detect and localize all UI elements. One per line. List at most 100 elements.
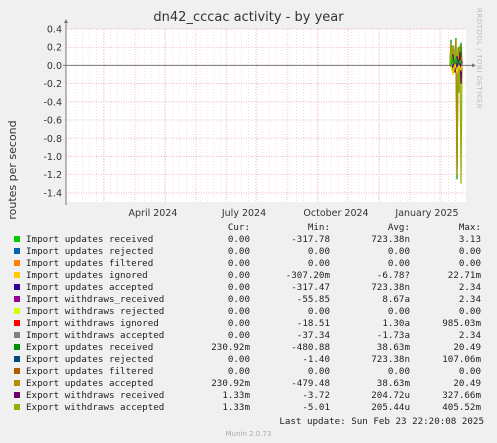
x-tick-label: July 2024 [221, 208, 266, 219]
legend-avg-value: 1.30a [382, 318, 410, 329]
y-tick-label: 0.2 [47, 43, 62, 54]
legend-avg-value: 723.38n [371, 354, 410, 365]
legend-series-name: Import updates ignored [26, 270, 148, 281]
legend-min-value: -1.40 [302, 354, 330, 365]
y-tick-label: -0.6 [43, 116, 62, 127]
legend-swatch [14, 236, 20, 242]
legend-cur-value: 0.00 [227, 306, 250, 317]
legend-series-name: Export updates accepted [26, 378, 154, 389]
legend-max-value: 2.34 [458, 294, 481, 305]
header-min: Min: [307, 222, 330, 233]
legend-cur-value: 0.00 [227, 234, 250, 245]
y-tick-label: -1.4 [43, 188, 62, 199]
legend-swatch [14, 260, 20, 266]
legend-max-value: 20.49 [453, 378, 481, 389]
legend-max-value: 0.00 [458, 306, 481, 317]
legend-min-value: -480.88 [291, 342, 330, 353]
header-max: Max: [458, 222, 481, 233]
legend-min-value: -317.78 [291, 234, 330, 245]
legend-swatch [14, 380, 20, 386]
legend-min-value: -479.48 [291, 378, 330, 389]
legend-avg-value: -6.78? [376, 270, 410, 281]
x-tick-label: January 2025 [394, 208, 458, 219]
legend-series-name: Export updates received [26, 342, 154, 353]
legend-series-name: Export withdraws received [26, 390, 165, 401]
legend-series-name: Import updates accepted [26, 282, 154, 293]
legend-cur-value: 0.00 [227, 294, 250, 305]
legend-row: Import withdraws ignored 0.00 -18.51 1.30a 9… [0, 318, 497, 330]
legend-series-name: Import updates filtered [26, 258, 154, 269]
legend-avg-value: 0.00 [387, 246, 410, 257]
y-tick-label: 0.4 [47, 25, 62, 36]
legend-row: Import updates filtered 0.00 0.00 0.00 0.00 [0, 258, 497, 270]
legend-series-name: Import withdraws rejected [26, 306, 165, 317]
legend-cur-value: 0.00 [227, 366, 250, 377]
legend-avg-value: 204.72u [371, 390, 410, 401]
legend-cur-value: 0.00 [227, 258, 250, 269]
legend-avg-value: -1.73a [376, 330, 410, 341]
legend-avg-value: 38.63m [376, 342, 410, 353]
legend-min-value: -18.51 [296, 318, 330, 329]
legend-min-value: 0.00 [307, 366, 330, 377]
y-axis-label-text: routes per second [6, 120, 19, 220]
legend-cur-value: 0.00 [227, 282, 250, 293]
legend-row: Import updates ignored 0.00 -307.20m -6.78?… [0, 270, 497, 282]
legend-max-value: 985.03m [442, 318, 481, 329]
legend-row: Export withdraws accepted 1.33m -5.01 205.4… [0, 402, 497, 414]
legend-max-value: 22.71m [447, 270, 481, 281]
legend-row: Import updates rejected 0.00 0.00 0.00 0.00 [0, 246, 497, 258]
legend-row: Import updates received 0.00 -317.78 723.38… [0, 234, 497, 246]
legend-row: Export updates filtered 0.00 0.00 0.00 0.00 [0, 366, 497, 378]
legend-row: Export updates received 230.92m -480.88 38.… [0, 342, 497, 354]
y-tick-label: -1.2 [43, 170, 62, 181]
legend-avg-value: 38.63m [376, 378, 410, 389]
legend-min-value: 0.00 [307, 246, 330, 257]
legend-avg-value: 8.67a [382, 294, 410, 305]
legend-row: Import withdraws accepted 0.00 -37.34 -1.73… [0, 330, 497, 342]
legend-series-name: Import withdraws accepted [26, 330, 165, 341]
legend-cur-value: 0.00 [227, 330, 250, 341]
header-cur: Cur: [227, 222, 250, 233]
legend-avg-value: 723.38n [371, 234, 410, 245]
legend-avg-value: 205.44u [371, 402, 410, 413]
legend-swatch [14, 392, 20, 398]
plot-area [66, 29, 466, 202]
munin-version: Munin 2.0.73 [225, 430, 272, 438]
legend-min-value: -317.47 [291, 282, 330, 293]
legend-avg-value: 723.38n [371, 282, 410, 293]
legend-max-value: 0.00 [458, 258, 481, 269]
legend-series-name: Export updates filtered [26, 366, 154, 377]
legend-max-value: 0.00 [458, 246, 481, 257]
legend-header: Cur: Min: Avg: Max: [0, 222, 497, 234]
legend-swatch [14, 248, 20, 254]
legend-max-value: 2.34 [458, 282, 481, 293]
chart: 0.4 0.2 0.0 -0.2 -0.4 -0.6 -0.8 -1.0 -1.2 -1.4 Apr… [43, 19, 476, 219]
legend-series-name: Import updates rejected [26, 246, 154, 257]
y-tick-label: -0.8 [43, 134, 62, 145]
legend-cur-value: 0.00 [227, 318, 250, 329]
legend-swatch [14, 356, 20, 362]
legend-avg-value: 0.00 [387, 306, 410, 317]
legend-cur-value: 0.00 [227, 270, 250, 281]
legend-cur-value: 230.92m [211, 378, 250, 389]
last-update: Last update: Sun Feb 23 22:20:08 2025 [279, 416, 484, 427]
legend-avg-value: 0.00 [387, 258, 410, 269]
legend-min-value: -3.72 [302, 390, 330, 401]
legend-series-name: Export withdraws accepted [26, 402, 165, 413]
legend-max-value: 405.52m [442, 402, 481, 413]
legend-min-value: -37.34 [296, 330, 330, 341]
legend-min-value: 0.00 [307, 258, 330, 269]
legend-max-value: 3.13 [458, 234, 481, 245]
chart-title: dn42_cccac activity - by year [153, 10, 344, 25]
legend-swatch [14, 284, 20, 290]
legend-cur-value: 1.33m [222, 390, 250, 401]
legend-cur-value: 0.00 [227, 354, 250, 365]
legend-row: Export updates rejected 0.00 -1.40 723.38n 1… [0, 354, 497, 366]
legend-max-value: 327.66m [442, 390, 481, 401]
legend-row: Export withdraws received 1.33m -3.72 204.7… [0, 390, 497, 402]
y-tick-label: -0.4 [43, 97, 62, 108]
legend-row: Import withdraws_received 0.00 -55.85 8.67a… [0, 294, 497, 306]
legend-swatch [14, 320, 20, 326]
legend-cur-value: 0.00 [227, 246, 250, 257]
x-tick-label: October 2024 [303, 208, 368, 219]
